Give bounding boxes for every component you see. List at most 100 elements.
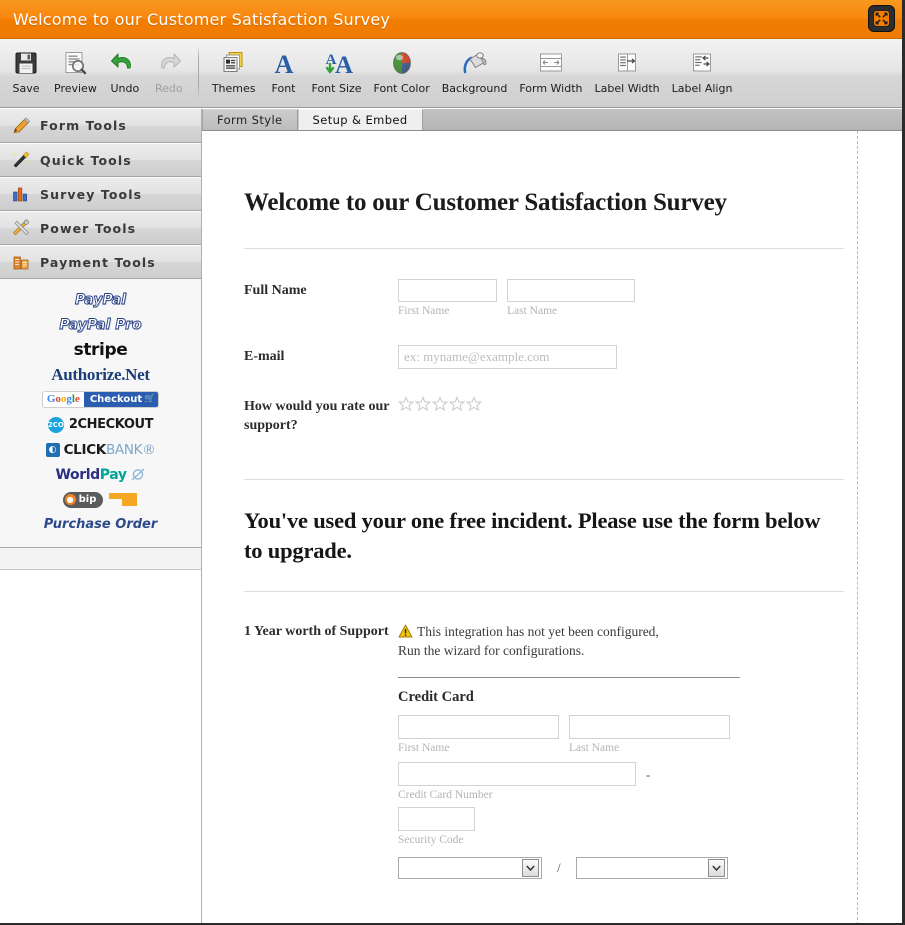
tab-form-style[interactable]: Form Style [202, 109, 298, 130]
star-icon[interactable] [432, 395, 448, 412]
toolbar-separator [197, 45, 199, 99]
2checkout-logo: 2CO 2CHECKOUT [47, 416, 154, 433]
pencil-icon [13, 116, 31, 133]
label-align-icon [688, 46, 716, 80]
first-name-input[interactable] [398, 278, 497, 302]
cc-first-name-input[interactable] [398, 715, 559, 739]
sidebar-item-survey-tools[interactable]: Survey Tools [0, 177, 201, 211]
form-section-heading: You've used your one free incident. Plea… [244, 508, 821, 563]
left-sidebar: Form Tools Quick Tools Survey Tools Powe… [0, 109, 202, 923]
form-width-button[interactable]: Form Width [513, 39, 588, 95]
field-email: E-mail [244, 344, 844, 369]
tab-setup-embed[interactable]: Setup & Embed [297, 109, 423, 130]
main-toolbar: Save Preview Undo Redo Themes A Font A A… [0, 39, 902, 108]
authorize-net-logo: Authorize.Net [51, 364, 150, 384]
stripe-logo: stripe [73, 339, 128, 360]
field-full-name: Full Name First Name Last Name [244, 278, 844, 317]
form-heading: Welcome to our Customer Satisfaction Sur… [244, 189, 727, 216]
form-width-icon [536, 46, 566, 80]
crossed-tools-icon [13, 219, 29, 236]
last-name-input[interactable] [507, 278, 635, 302]
payment-option-paypal[interactable]: PayPal [0, 287, 201, 312]
cc-number-input[interactable] [398, 762, 636, 786]
cc-last-name-input[interactable] [569, 715, 730, 739]
background-button[interactable]: Background [436, 39, 514, 95]
warning-line-1: This integration has not yet been config… [417, 623, 659, 639]
bip-logo: ● bip [62, 491, 139, 508]
star-icon[interactable] [398, 395, 414, 412]
payment-stack-icon [13, 256, 29, 270]
form-canvas: Welcome to our Customer Satisfaction Sur… [203, 131, 902, 923]
tab-strip: Form Style Setup & Embed [202, 109, 902, 131]
payment-option-authorize-net[interactable]: Authorize.Net [0, 362, 201, 387]
floppy-disk-icon [13, 46, 39, 80]
form-boundary-guide [857, 131, 858, 923]
sidebar-item-quick-tools[interactable]: Quick Tools [0, 143, 201, 177]
payment-option-stripe[interactable]: stripe [0, 337, 201, 362]
sidebar-bottom-strip [0, 548, 201, 570]
themes-button[interactable]: Themes [206, 39, 262, 95]
sidebar-item-payment-tools[interactable]: Payment Tools [0, 245, 201, 279]
payment-option-worldpay[interactable]: World Pay [0, 462, 201, 487]
payment-option-2checkout[interactable]: 2CO 2CHECKOUT [0, 412, 201, 437]
label-width-button[interactable]: Label Width [589, 39, 666, 95]
undo-button[interactable]: Undo [103, 39, 147, 95]
undo-label: Undo [110, 82, 140, 95]
payment-option-google-checkout[interactable]: Google Checkout [0, 387, 201, 412]
save-button[interactable]: Save [4, 39, 48, 95]
label-width-label: Label Width [594, 82, 660, 95]
payment-option-clickbank[interactable]: ◐ CLICK BANK® [0, 437, 201, 462]
font-color-button[interactable]: Font Color [368, 39, 436, 95]
label-align-button[interactable]: Label Align [666, 39, 739, 95]
email-input[interactable] [398, 344, 617, 369]
expiry-year-select[interactable] [575, 857, 728, 879]
sidebar-label: Form Tools [40, 118, 127, 133]
bar-chart-icon [13, 187, 28, 202]
payment-label: 1 Year worth of Support [244, 623, 389, 639]
star-icon[interactable] [415, 395, 431, 412]
font-label: Font [271, 82, 296, 95]
paypal-pro-logo: PayPal Pro [59, 316, 142, 333]
expand-arrows-icon [873, 10, 890, 27]
redo-button[interactable]: Redo [147, 39, 191, 95]
cc-number-sublabel: Credit Card Number [398, 789, 493, 801]
toolbar-group-file: Save Preview Undo Redo [4, 39, 191, 107]
payment-option-bip[interactable]: ● bip [0, 487, 201, 512]
payment-provider-list: PayPal PayPal Pro stripe Authorize.Net G… [0, 279, 201, 548]
font-size-label: Font Size [311, 82, 362, 95]
star-icon[interactable] [466, 395, 482, 412]
payment-option-paypal-pro[interactable]: PayPal Pro [0, 312, 201, 337]
star-icon[interactable] [449, 395, 465, 412]
paypal-logo: PayPal [74, 291, 127, 308]
credit-card-heading: Credit Card [398, 689, 474, 705]
worldpay-logo: World Pay [55, 467, 145, 483]
svg-text:A: A [335, 52, 353, 76]
clickbank-logo: ◐ CLICK BANK® [45, 442, 156, 458]
font-button[interactable]: A Font [262, 39, 306, 95]
credit-card-panel: Credit Card First Name Last Name Credit … [398, 677, 740, 880]
themes-label: Themes [211, 82, 256, 95]
google-checkout-logo: Google Checkout [41, 391, 160, 408]
form-divider [244, 247, 844, 249]
field-rating: How would you rate our support? [244, 395, 844, 436]
sidebar-item-form-tools[interactable]: Form Tools [0, 109, 201, 143]
form-body: Welcome to our Customer Satisfaction Sur… [244, 131, 844, 880]
payment-option-purchase-order[interactable]: Purchase Order [0, 512, 201, 537]
font-size-button[interactable]: A A Font Size [306, 39, 368, 95]
cc-last-name-sublabel: Last Name [569, 742, 620, 754]
letter-aa-arrow-icon: A A [321, 46, 353, 80]
window-title: Welcome to our Customer Satisfaction Sur… [13, 9, 391, 29]
integration-warning: This integration has not yet been config… [398, 622, 844, 661]
cc-security-code-input[interactable] [398, 807, 475, 831]
star-rating[interactable] [398, 395, 844, 412]
preview-label: Preview [54, 82, 97, 95]
themes-stack-icon [220, 46, 248, 80]
form-divider [244, 590, 844, 592]
preview-button[interactable]: Preview [48, 39, 103, 95]
expiry-month-select[interactable] [398, 857, 542, 879]
form-width-label: Form Width [519, 82, 583, 95]
redo-arrow-icon [155, 46, 183, 80]
chevron-down-icon [522, 859, 539, 877]
maximize-button[interactable] [868, 5, 895, 32]
sidebar-item-power-tools[interactable]: Power Tools [0, 211, 201, 245]
